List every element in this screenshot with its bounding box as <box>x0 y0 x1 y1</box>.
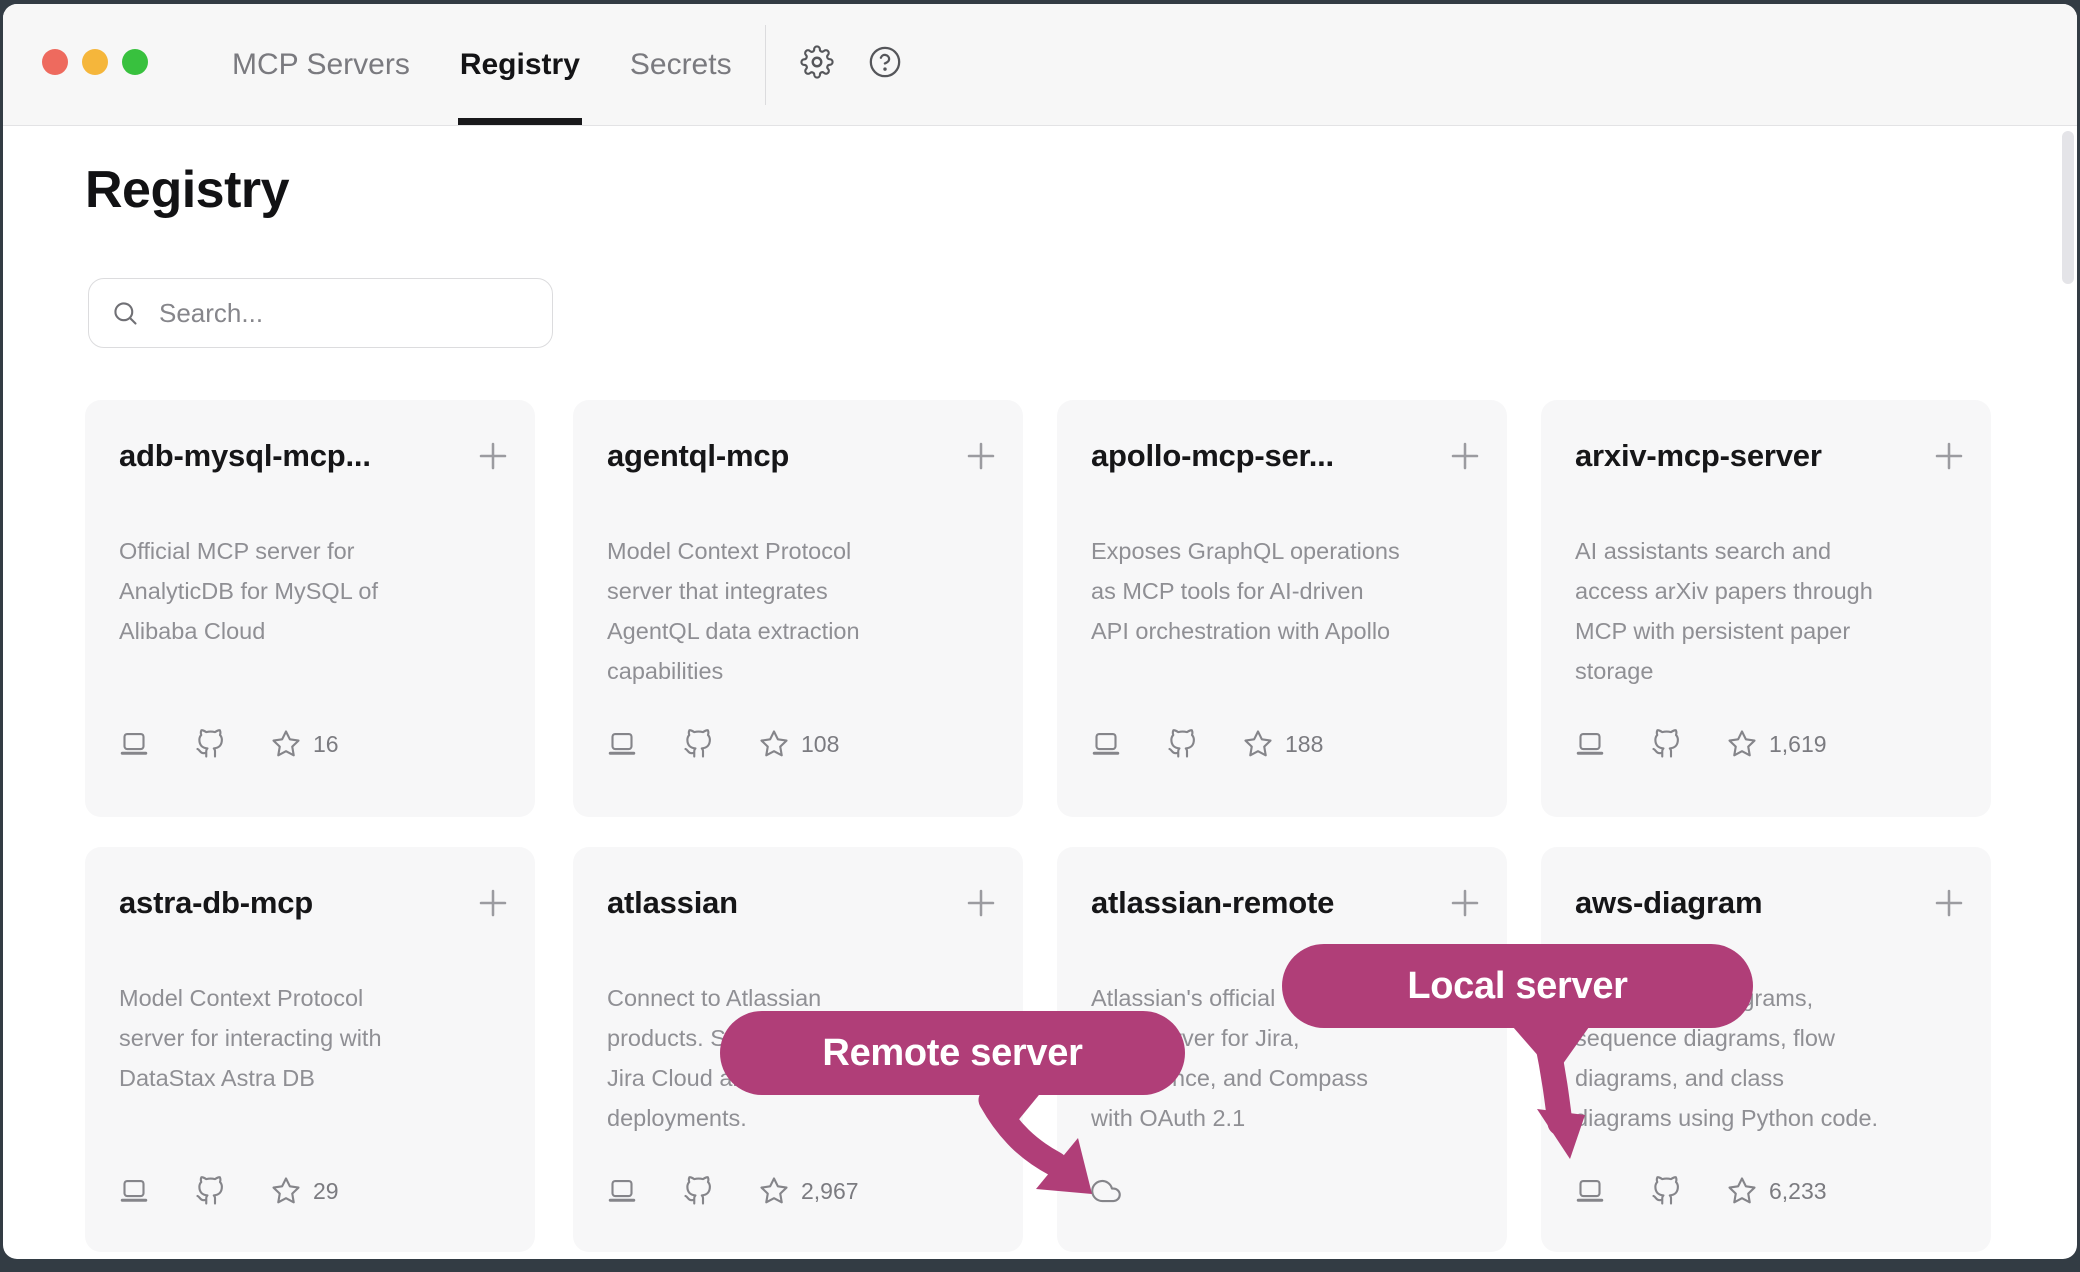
github-icon[interactable] <box>1651 729 1681 759</box>
star-count: 16 <box>313 731 339 758</box>
star-count: 29 <box>313 1178 339 1205</box>
close-button[interactable] <box>42 49 68 75</box>
star-icon <box>759 1176 789 1206</box>
server-name: apollo-mcp-ser... <box>1091 436 1334 476</box>
server-card[interactable]: agentql-mcp Model Context Protocol serve… <box>573 400 1023 817</box>
tab-secrets[interactable]: Secrets <box>630 4 732 125</box>
github-icon[interactable] <box>683 1176 713 1206</box>
add-server-button plus-icon[interactable] <box>963 885 999 921</box>
star-count: 108 <box>801 731 839 758</box>
github-icon[interactable] <box>195 1176 225 1206</box>
search-icon <box>111 299 139 327</box>
laptop-icon <box>607 729 637 759</box>
tab-mcp-servers[interactable]: MCP Servers <box>232 4 410 125</box>
laptop-icon <box>1575 729 1605 759</box>
laptop-icon <box>1091 729 1121 759</box>
desktop-background: MCP Servers Registry Secrets Registry ad… <box>0 0 2080 1272</box>
star-count: 188 <box>1285 731 1323 758</box>
server-name: atlassian <box>607 883 738 923</box>
server-card[interactable]: arxiv-mcp-server AI assistants search an… <box>1541 400 1991 817</box>
search-input[interactable] <box>157 297 530 330</box>
remote-server-callout: Remote server <box>720 1011 1185 1095</box>
star-count: 2,967 <box>801 1178 859 1205</box>
zoom-button[interactable] <box>122 49 148 75</box>
app-window: MCP Servers Registry Secrets Registry ad… <box>3 4 2077 1259</box>
server-name: aws-diagram <box>1575 883 1762 923</box>
server-name: agentql-mcp <box>607 436 789 476</box>
local-server-arrow <box>1483 1027 1633 1177</box>
laptop-icon <box>607 1176 637 1206</box>
server-name: arxiv-mcp-server <box>1575 436 1822 476</box>
page-title: Registry <box>85 160 289 220</box>
star-count: 1,619 <box>1769 731 1827 758</box>
help-icon[interactable] <box>868 45 902 79</box>
main-tabs: MCP Servers Registry Secrets <box>232 4 732 125</box>
toolbar-divider <box>765 25 766 105</box>
star-icon <box>271 1176 301 1206</box>
server-description: Exposes GraphQL operations as MCP tools … <box>1091 531 1481 651</box>
server-name: atlassian-remote <box>1091 883 1334 923</box>
server-card[interactable]: apollo-mcp-ser... Exposes GraphQL operat… <box>1057 400 1507 817</box>
server-description: Model Context Protocol server that integ… <box>607 531 997 691</box>
local-server-callout-label: Local server <box>1407 965 1627 1008</box>
server-name: astra-db-mcp <box>119 883 313 923</box>
scrollbar-thumb[interactable] <box>2062 131 2074 284</box>
github-icon[interactable] <box>1167 729 1197 759</box>
github-icon[interactable] <box>683 729 713 759</box>
minimize-button[interactable] <box>82 49 108 75</box>
star-icon <box>1243 729 1273 759</box>
server-description: Official MCP server for AnalyticDB for M… <box>119 531 509 651</box>
add-server-button plus-icon[interactable] <box>1931 438 1967 474</box>
remote-server-callout-label: Remote server <box>822 1032 1082 1075</box>
star-icon <box>1727 1176 1757 1206</box>
add-server-button plus-icon[interactable] <box>475 885 511 921</box>
server-card[interactable]: astra-db-mcp Model Context Protocol serv… <box>85 847 535 1252</box>
server-description: AI assistants search and access arXiv pa… <box>1575 531 1965 691</box>
settings-gear-icon[interactable] <box>800 45 834 79</box>
star-icon <box>271 729 301 759</box>
remote-server-arrow <box>893 1090 1153 1230</box>
laptop-icon local-server-icon <box>1575 1176 1605 1206</box>
add-server-button plus-icon[interactable] <box>963 438 999 474</box>
search-box[interactable] <box>88 278 553 348</box>
github-icon[interactable] <box>1651 1176 1681 1206</box>
window-titlebar: MCP Servers Registry Secrets <box>3 4 2077 126</box>
add-server-button plus-icon[interactable] <box>475 438 511 474</box>
star-icon <box>1727 729 1757 759</box>
add-server-button plus-icon[interactable] <box>1931 885 1967 921</box>
github-icon[interactable] <box>195 729 225 759</box>
server-card[interactable]: adb-mysql-mcp... Official MCP server for… <box>85 400 535 817</box>
server-description: Model Context Protocol server for intera… <box>119 978 509 1098</box>
add-server-button plus-icon[interactable] <box>1447 885 1483 921</box>
server-name: adb-mysql-mcp... <box>119 436 371 476</box>
tab-registry[interactable]: Registry <box>460 4 580 125</box>
star-count: 6,233 <box>1769 1178 1827 1205</box>
star-icon <box>759 729 789 759</box>
laptop-icon <box>119 1176 149 1206</box>
laptop-icon <box>119 729 149 759</box>
add-server-button plus-icon[interactable] <box>1447 438 1483 474</box>
local-server-callout: Local server <box>1282 944 1753 1028</box>
